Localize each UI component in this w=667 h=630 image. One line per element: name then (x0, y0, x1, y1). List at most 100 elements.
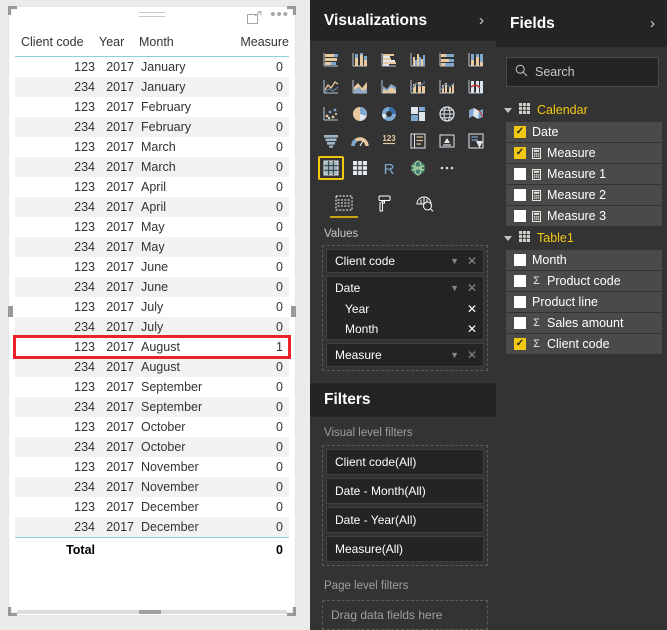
more-options-icon[interactable]: ••• (270, 7, 289, 25)
column-header-client-code[interactable]: Client code (15, 35, 99, 49)
field-item[interactable]: Measure 3 (506, 206, 662, 226)
stacked-area-chart-icon[interactable] (376, 75, 402, 99)
line-clustered-column-chart-icon[interactable] (434, 75, 460, 99)
table-row[interactable]: 234 2017 January 0 (15, 77, 289, 97)
area-chart-icon[interactable] (347, 75, 373, 99)
filled-map-icon[interactable] (463, 102, 489, 126)
100-stacked-bar-chart-icon[interactable] (434, 48, 460, 72)
remove-field-icon[interactable]: ✕ (467, 254, 477, 268)
remove-field-icon[interactable]: ✕ (467, 322, 477, 336)
table-row[interactable]: 234 2017 August 0 (15, 357, 289, 377)
table-row[interactable]: 234 2017 November 0 (15, 477, 289, 497)
table-row[interactable]: 123 2017 March 0 (15, 137, 289, 157)
visual-level-filters-area[interactable]: Client code(All) Date - Month(All) Date - … (322, 445, 488, 566)
remove-field-icon[interactable]: ✕ (467, 302, 477, 316)
field-item[interactable]: Σ Sales amount (506, 313, 662, 333)
chevron-right-icon[interactable]: › (650, 15, 655, 32)
line-chart-icon[interactable] (318, 75, 344, 99)
format-tab[interactable] (364, 188, 404, 218)
100-stacked-column-chart-icon[interactable] (463, 48, 489, 72)
focus-mode-icon[interactable] (247, 10, 262, 24)
table-row[interactable]: 123 2017 September 0 (15, 377, 289, 397)
filter-card[interactable]: Date - Year(All) (326, 507, 484, 533)
card-icon[interactable]: 123 (376, 129, 402, 153)
values-chip[interactable]: Measure ▼ ✕ (326, 343, 484, 367)
remove-field-icon[interactable]: ✕ (467, 348, 477, 362)
multi-row-card-icon[interactable] (405, 129, 431, 153)
table-row[interactable]: 234 2017 April 0 (15, 197, 289, 217)
values-chip[interactable]: Client code ▼ ✕ (326, 249, 484, 273)
table-row[interactable]: 123 2017 May 0 (15, 217, 289, 237)
field-checkbox[interactable] (514, 147, 526, 159)
field-item[interactable]: Product line (506, 292, 662, 312)
resize-handle-bottom-right[interactable] (287, 607, 296, 616)
kpi-icon[interactable] (434, 129, 460, 153)
chevron-down-icon[interactable]: ▼ (450, 283, 459, 293)
python-visual-icon[interactable] (405, 156, 431, 180)
field-checkbox[interactable] (514, 275, 526, 287)
values-chip[interactable]: Date ▼ ✕ (327, 277, 483, 299)
resize-handle-middle-left[interactable] (8, 306, 13, 317)
table-row[interactable]: 123 2017 February 0 (15, 97, 289, 117)
field-item[interactable]: Month (506, 250, 662, 270)
table-grid[interactable]: Client code Year Month Measure 123 2017 Ja… (9, 31, 295, 561)
line-stacked-column-chart-icon[interactable] (405, 75, 431, 99)
table-row[interactable]: 123 2017 June 0 (15, 257, 289, 277)
visual-type-gallery[interactable]: 123 R (310, 41, 496, 182)
field-table-header[interactable]: Table1 (496, 227, 667, 249)
table-row-highlighted[interactable]: 123 2017 August 1 (13, 335, 291, 359)
values-drop-area[interactable]: Client code ▼ ✕ Date ▼ ✕ Year ✕ Month ✕ M… (322, 245, 488, 371)
table-row[interactable]: 234 2017 June 0 (15, 277, 289, 297)
table-row[interactable]: 234 2017 March 0 (15, 157, 289, 177)
chevron-down-icon[interactable]: ▼ (450, 256, 459, 266)
table-row[interactable]: 234 2017 December 0 (15, 517, 289, 537)
column-header-year[interactable]: Year (99, 35, 139, 49)
table-row[interactable]: 123 2017 July 0 (15, 297, 289, 317)
field-item[interactable]: Date (506, 122, 662, 142)
table-visual-icon[interactable] (318, 156, 344, 180)
field-item[interactable]: Measure 1 (506, 164, 662, 184)
values-chip-sub[interactable]: Year ✕ (327, 299, 483, 319)
field-checkbox[interactable] (514, 189, 526, 201)
ribbon-chart-icon[interactable] (463, 75, 489, 99)
field-item[interactable]: Σ Product code (506, 271, 662, 291)
gauge-icon[interactable] (347, 129, 373, 153)
table-row[interactable]: 123 2017 November 0 (15, 457, 289, 477)
visual-horizontal-scrollbar[interactable] (17, 610, 287, 614)
field-item[interactable]: Measure (506, 143, 662, 163)
clustered-column-chart-icon[interactable] (405, 48, 431, 72)
table-row[interactable]: 123 2017 December 0 (15, 497, 289, 517)
table-row[interactable]: 123 2017 October 0 (15, 417, 289, 437)
visual-drag-handle-icon[interactable] (139, 12, 165, 20)
remove-field-icon[interactable]: ✕ (467, 281, 477, 295)
clustered-bar-chart-icon[interactable] (376, 48, 402, 72)
values-field-group[interactable]: Date ▼ ✕ Year ✕ Month ✕ (326, 276, 484, 340)
slicer-icon[interactable] (463, 129, 489, 153)
matrix-visual-icon[interactable] (347, 156, 373, 180)
table-row[interactable]: 234 2017 October 0 (15, 437, 289, 457)
table-row[interactable]: 234 2017 May 0 (15, 237, 289, 257)
expand-triangle-icon[interactable] (504, 107, 512, 113)
resize-handle-bottom-left[interactable] (8, 607, 17, 616)
field-checkbox[interactable] (514, 210, 526, 222)
table-row[interactable]: 234 2017 February 0 (15, 117, 289, 137)
map-icon[interactable] (434, 102, 460, 126)
expand-triangle-icon[interactable] (504, 235, 512, 241)
table-row[interactable]: 234 2017 September 0 (15, 397, 289, 417)
stacked-column-chart-icon[interactable] (347, 48, 373, 72)
fields-tab[interactable] (324, 188, 364, 218)
table-row[interactable]: 123 2017 January 0 (15, 57, 289, 77)
r-script-visual-icon[interactable]: R (376, 156, 402, 180)
donut-chart-icon[interactable] (376, 102, 402, 126)
field-checkbox[interactable] (514, 296, 526, 308)
field-item[interactable]: Σ Client code (506, 334, 662, 354)
chevron-right-icon[interactable]: › (479, 12, 484, 29)
table-row[interactable]: 123 2017 April 0 (15, 177, 289, 197)
values-chip-sub[interactable]: Month ✕ (327, 319, 483, 339)
field-checkbox[interactable] (514, 317, 526, 329)
field-checkbox[interactable] (514, 254, 526, 266)
filter-card[interactable]: Measure(All) (326, 536, 484, 562)
report-canvas[interactable]: ••• Client code Year Month Measure 123 20… (0, 0, 310, 630)
field-checkbox[interactable] (514, 126, 526, 138)
search-input[interactable]: Search (506, 57, 659, 87)
